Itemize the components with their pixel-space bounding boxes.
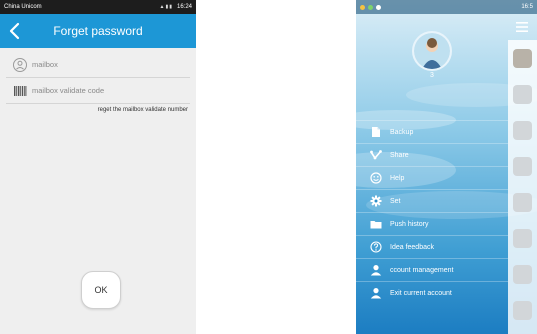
reget-code-link[interactable]: reget the mailbox validate number: [0, 107, 188, 113]
document-icon: [372, 127, 380, 137]
forget-password-screen: China Unicom ▲▮▮ 16:24 Forget password m…: [0, 0, 196, 334]
validate-code-placeholder: mailbox validate code: [32, 86, 105, 95]
menu-item-label: Help: [390, 174, 405, 182]
notification-icons: [360, 4, 521, 10]
menu-item-label: Set: [390, 197, 401, 205]
title-bar: Forget password: [0, 14, 196, 48]
mailbox-placeholder: mailbox: [32, 60, 58, 69]
menu-item-label: Share: [390, 151, 409, 159]
menu-item-account-management[interactable]: ccount management: [356, 258, 508, 281]
menu-item-backup[interactable]: Backup: [356, 120, 508, 143]
menu-item-set[interactable]: Set: [356, 189, 508, 212]
signal-icons: ▲▮▮: [159, 4, 173, 10]
status-bar: 16:5: [356, 0, 537, 14]
page-title: Forget password: [53, 24, 143, 38]
carrier-name: China Unicom: [4, 4, 42, 10]
list-item-thumbnail[interactable]: [513, 301, 532, 320]
side-menu-screen: 16:5 3 Backup Share Help Set Push histor…: [356, 0, 537, 334]
list-item-thumbnail[interactable]: [513, 85, 532, 104]
gear-icon: [370, 195, 382, 207]
notification-dot-icon: [360, 4, 365, 10]
hamburger-menu-icon[interactable]: [516, 22, 528, 32]
menu-item-push-history[interactable]: Push history: [356, 212, 508, 235]
smiley-icon: [370, 172, 382, 184]
avatar-image: [414, 33, 450, 69]
list-item-thumbnail[interactable]: [513, 157, 532, 176]
menu-item-label: Exit current account: [390, 289, 452, 297]
status-bar: China Unicom ▲▮▮ 16:24: [0, 0, 196, 14]
menu-item-help[interactable]: Help: [356, 166, 508, 189]
list-item-thumbnail[interactable]: [513, 265, 532, 284]
menu-item-share[interactable]: Share: [356, 143, 508, 166]
mailbox-field[interactable]: mailbox: [6, 52, 190, 78]
notification-dot-icon: [376, 4, 381, 10]
user-circle-icon: [13, 57, 27, 72]
notification-dot-icon: [368, 4, 373, 10]
clock: 16:24: [176, 4, 192, 10]
side-menu: Backup Share Help Set Push history Idea …: [356, 120, 508, 304]
menu-item-label: Push history: [390, 220, 429, 228]
share-icon: [370, 150, 382, 160]
menu-item-idea-feedback[interactable]: Idea feedback: [356, 235, 508, 258]
ok-button[interactable]: OK: [81, 271, 121, 309]
question-icon: [370, 241, 382, 253]
folder-icon: [370, 221, 382, 229]
menu-item-label: Backup: [390, 128, 414, 136]
person-icon: [370, 288, 382, 299]
avatar[interactable]: [412, 31, 452, 71]
clock: 16:5: [521, 4, 533, 10]
menu-item-label: ccount management: [390, 266, 454, 274]
profile-name: 3: [430, 72, 434, 79]
list-item-thumbnail[interactable]: [513, 49, 532, 68]
barcode-icon: [14, 85, 27, 96]
menu-item-exit-account[interactable]: Exit current account: [356, 281, 508, 304]
validate-code-field[interactable]: mailbox validate code: [6, 78, 190, 104]
list-item-thumbnail[interactable]: [513, 193, 532, 212]
list-item-thumbnail[interactable]: [513, 229, 532, 248]
person-icon: [370, 265, 382, 276]
list-item-thumbnail[interactable]: [513, 121, 532, 140]
menu-item-label: Idea feedback: [390, 243, 434, 251]
content-list-edge: [508, 40, 537, 334]
